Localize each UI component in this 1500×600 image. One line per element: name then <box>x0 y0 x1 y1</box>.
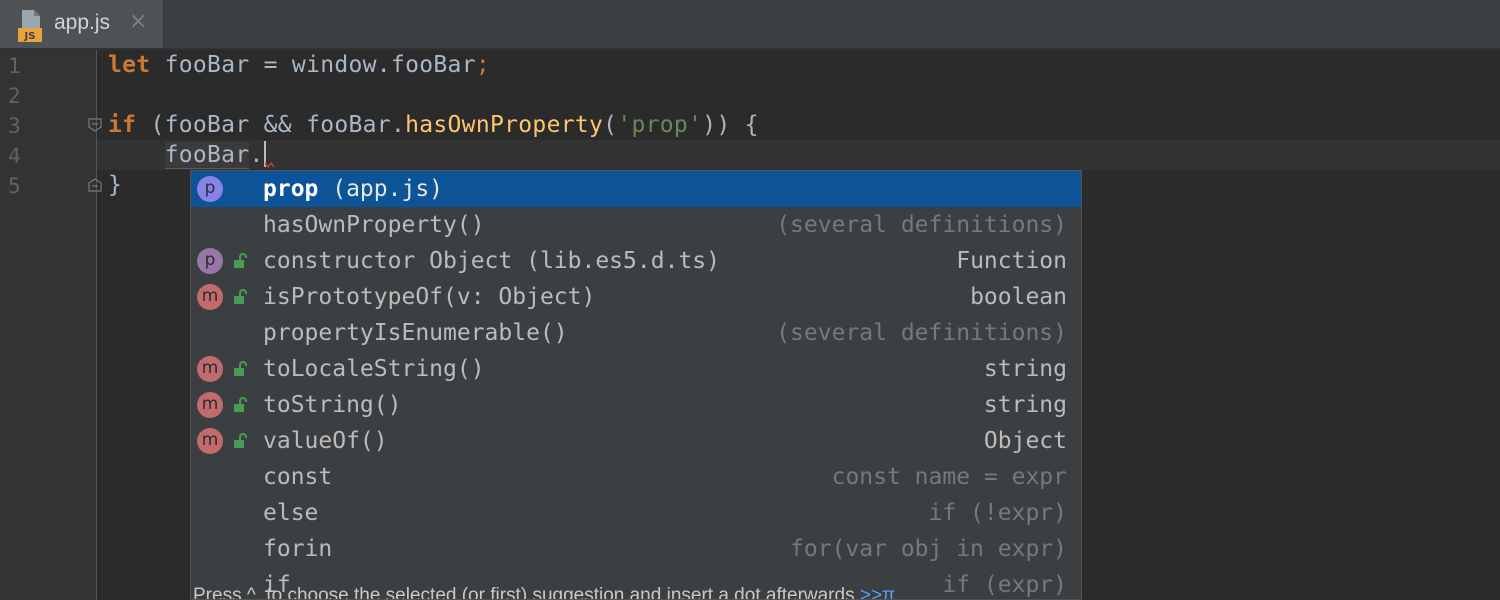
hint-link[interactable]: >> <box>860 585 882 599</box>
keyword-if: if <box>108 112 137 138</box>
completion-item-type: string <box>983 356 1067 382</box>
tab-icon-text: JS <box>24 31 36 42</box>
line-number: 1 <box>8 54 21 78</box>
completion-item-label: valueOf() <box>263 423 388 459</box>
completion-item-type: boolean <box>970 284 1067 310</box>
completion-item-type: for(var obj in expr) <box>790 536 1067 562</box>
code-text: )) { <box>702 112 759 138</box>
completion-item-name: forin <box>263 536 333 562</box>
completion-item-type: Object <box>983 428 1067 454</box>
completion-item[interactable]: m toLocaleString() string <box>191 351 1081 387</box>
completion-item-name: else <box>263 500 319 526</box>
completion-item-type: Function <box>956 248 1067 274</box>
method-icon: m <box>197 356 223 382</box>
completion-item-type: string <box>983 392 1067 418</box>
method-icon: m <box>197 284 223 310</box>
completion-item-name: valueOf() <box>263 428 388 454</box>
completion-popup[interactable]: p prop (app.js) hasOwnProperty() (several d… <box>190 170 1082 600</box>
completion-item-name: propertyIsEnumerable() <box>263 320 568 346</box>
unlocked-icon <box>234 433 247 448</box>
completion-item[interactable]: p constructor Object (lib.es5.d.ts) Functi… <box>191 243 1081 279</box>
completion-item-label: else <box>263 495 318 531</box>
identifier-highlight: fooBar <box>164 142 250 169</box>
completion-item[interactable]: propertyIsEnumerable() (several definitio… <box>191 315 1081 351</box>
editor-tab-bar: JS app.js × <box>0 0 1500 50</box>
line-number: 5 <box>8 174 21 198</box>
line-number: 3 <box>8 114 21 138</box>
method-call: hasOwnProperty <box>405 112 604 138</box>
property-icon: p <box>197 248 223 274</box>
code-line-3: if (fooBar && fooBar.hasOwnProperty('pro… <box>108 110 759 140</box>
method-icon: m <box>197 428 223 454</box>
completion-item-label: hasOwnProperty() <box>263 207 485 243</box>
open-paren: ( <box>603 112 618 138</box>
string-literal: 'prop' <box>617 112 703 138</box>
completion-item-name: toLocaleString() <box>263 356 485 382</box>
unlocked-icon <box>234 361 247 376</box>
line-number-gutter: 1 2 3 4 5 <box>0 50 102 600</box>
code-line-4: fooBar. <box>108 140 266 170</box>
completion-item-label: propertyIsEnumerable() <box>263 315 568 351</box>
completion-item[interactable]: p prop (app.js) <box>191 171 1081 207</box>
unlocked-icon <box>234 289 247 304</box>
completion-item-type: if (!expr) <box>928 500 1067 526</box>
completion-item-label: const <box>263 459 332 495</box>
current-line-highlight <box>97 140 1500 170</box>
completion-item[interactable]: else if (!expr) <box>191 495 1081 531</box>
completion-item-label: toLocaleString() <box>263 351 485 387</box>
javascript-file-icon: JS <box>18 10 42 42</box>
keyword-let: let <box>108 52 151 78</box>
completion-item-type: (several definitions) <box>776 320 1067 346</box>
completion-item-label: isPrototypeOf(v: Object) <box>263 279 595 315</box>
completion-item-label: constructor Object (lib.es5.d.ts) <box>263 243 720 279</box>
error-mark-icon <box>265 161 275 169</box>
completion-item-type: (several definitions) <box>776 212 1067 238</box>
close-icon[interactable]: × <box>129 9 147 34</box>
unlocked-icon <box>234 253 247 268</box>
completion-item[interactable]: forin for(var obj in expr) <box>191 531 1081 567</box>
completion-item-name: hasOwnProperty() <box>263 212 485 238</box>
completion-item[interactable]: m toString() string <box>191 387 1081 423</box>
completion-item[interactable]: const const name = expr <box>191 459 1081 495</box>
line-number: 4 <box>8 144 21 168</box>
completion-item-label: toString() <box>263 387 401 423</box>
property-icon: p <box>197 176 223 202</box>
hint-pi-icon[interactable]: π <box>882 585 895 599</box>
completion-item[interactable]: m isPrototypeOf(v: Object) boolean <box>191 279 1081 315</box>
completion-item-name: prop <box>263 176 319 202</box>
code-line-1: let fooBar = window.fooBar; <box>108 50 490 80</box>
code-line-5: } <box>108 172 123 198</box>
tab-app-js[interactable]: JS app.js × <box>0 0 164 48</box>
code-text: fooBar = window.fooBar <box>150 52 476 78</box>
completion-item-label: forin <box>263 531 332 567</box>
dot: . <box>249 142 264 168</box>
line-number: 2 <box>8 84 21 108</box>
completion-item-type: const name = expr <box>831 464 1067 490</box>
completion-item-location: (app.js) <box>318 176 444 202</box>
unlocked-icon <box>234 397 247 412</box>
completion-item[interactable]: m valueOf() Object <box>191 423 1081 459</box>
method-icon: m <box>197 392 223 418</box>
ide-window: JS app.js × 1 2 3 4 5 let fooBar = windo… <box>0 0 1500 600</box>
completion-item-name: toString() <box>263 392 402 418</box>
completion-item[interactable]: hasOwnProperty() (several definitions) <box>191 207 1081 243</box>
completion-hint: Press ^. to choose the selected (or firs… <box>191 585 1081 600</box>
completion-item-name: constructor Object (lib.es5.d.ts) <box>263 248 720 274</box>
semicolon: ; <box>475 52 490 78</box>
completion-item-name: const <box>263 464 333 490</box>
completion-item-label: prop (app.js) <box>263 171 443 207</box>
completion-item-name: isPrototypeOf(v: Object) <box>263 284 596 310</box>
code-text: (fooBar && fooBar. <box>136 112 406 138</box>
hint-text: Press ^. to choose the selected (or firs… <box>193 585 860 600</box>
tab-label: app.js <box>54 11 111 34</box>
